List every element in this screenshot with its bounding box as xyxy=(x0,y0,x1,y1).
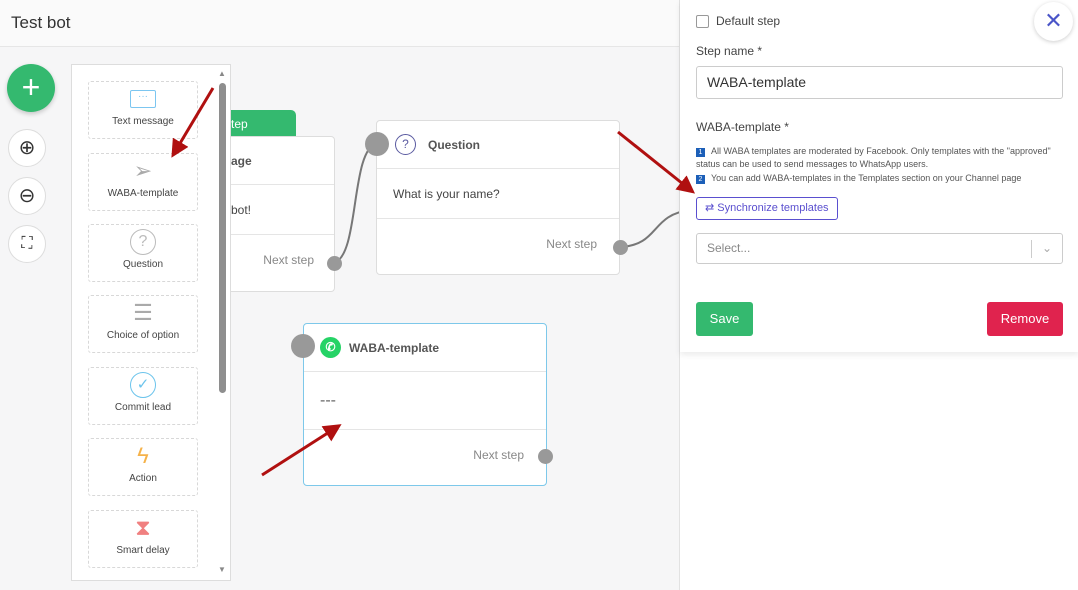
node-body: What is your name? xyxy=(377,169,619,219)
step-palette: ▲ ▼ ··· Text message ➢ WABA-template ? Ques… xyxy=(71,64,231,581)
list-icon: ☰ xyxy=(133,300,153,325)
question-circle-icon: ? xyxy=(89,225,197,259)
sync-icon: ⇄ xyxy=(705,202,718,214)
number-1-icon: 1 xyxy=(696,148,705,157)
palette-item-commit-lead[interactable]: ✓ Commit lead xyxy=(88,367,198,425)
palette-item-question[interactable]: ? Question xyxy=(88,224,198,282)
node-title: WABA-template xyxy=(349,340,440,355)
input-port[interactable] xyxy=(365,132,389,156)
default-step-label: Default step xyxy=(716,14,781,28)
close-button[interactable]: ✕ xyxy=(1034,2,1073,41)
output-port[interactable] xyxy=(538,449,553,464)
scroll-down-icon[interactable]: ▼ xyxy=(218,565,226,574)
lightning-icon: ϟ xyxy=(137,443,149,468)
paper-plane-icon: ➢ xyxy=(133,158,153,183)
close-icon: ✕ xyxy=(1044,8,1063,33)
next-step-label: Next step xyxy=(473,448,524,462)
note-2: You can add WABA-templates in the Templa… xyxy=(711,173,1022,183)
step-name-input[interactable]: WABA-template xyxy=(696,66,1063,99)
next-step-label: Next step xyxy=(263,253,314,267)
default-step-checkbox[interactable] xyxy=(696,14,709,28)
palette-item-waba-template[interactable]: ➢ WABA-template xyxy=(88,153,198,211)
palette-item-action[interactable]: ϟ Action xyxy=(88,438,198,496)
whatsapp-icon: ✆ xyxy=(320,337,341,358)
template-select[interactable]: Select... ⌄ xyxy=(696,233,1063,264)
palette-item-text-message[interactable]: ··· Text message xyxy=(88,81,198,139)
note-1: All WABA templates are moderated by Face… xyxy=(696,146,1051,169)
hourglass-icon: ⧗ xyxy=(135,515,151,540)
scrollbar[interactable] xyxy=(219,83,226,393)
node-body: bot! xyxy=(231,185,334,235)
check-circle-icon: ✓ xyxy=(89,368,197,402)
chat-bubble-icon: ··· xyxy=(89,82,197,116)
question-node[interactable]: ? Question What is your name? Next step xyxy=(376,120,620,275)
step-settings-panel: Default step Step name * WABA-template W… xyxy=(679,0,1078,590)
remove-button[interactable]: Remove xyxy=(987,302,1063,336)
output-port[interactable] xyxy=(613,240,628,255)
question-icon: ? xyxy=(395,134,416,155)
number-2-icon: 2 xyxy=(696,175,705,184)
step-name-label: Step name * xyxy=(696,44,763,58)
input-port[interactable] xyxy=(291,334,315,358)
chevron-down-icon: ⌄ xyxy=(1041,241,1052,255)
palette-item-choice[interactable]: ☰ Choice of option xyxy=(88,295,198,353)
node-title: age xyxy=(231,137,334,185)
scroll-up-icon[interactable]: ▲ xyxy=(218,69,226,78)
node-body: --- xyxy=(304,372,546,430)
waba-node[interactable]: ✆ WABA-template --- Next step xyxy=(303,323,547,486)
next-step-label: Next step xyxy=(546,237,597,251)
save-button[interactable]: Save xyxy=(696,302,753,336)
waba-template-label: WABA-template * xyxy=(696,120,789,134)
start-tag: tep xyxy=(231,110,296,138)
palette-item-smart-delay[interactable]: ⧗ Smart delay xyxy=(88,510,198,568)
output-port[interactable] xyxy=(327,256,342,271)
synchronize-templates-button[interactable]: ⇄ Synchronize templates xyxy=(696,197,838,220)
node-title: Question xyxy=(428,137,481,152)
